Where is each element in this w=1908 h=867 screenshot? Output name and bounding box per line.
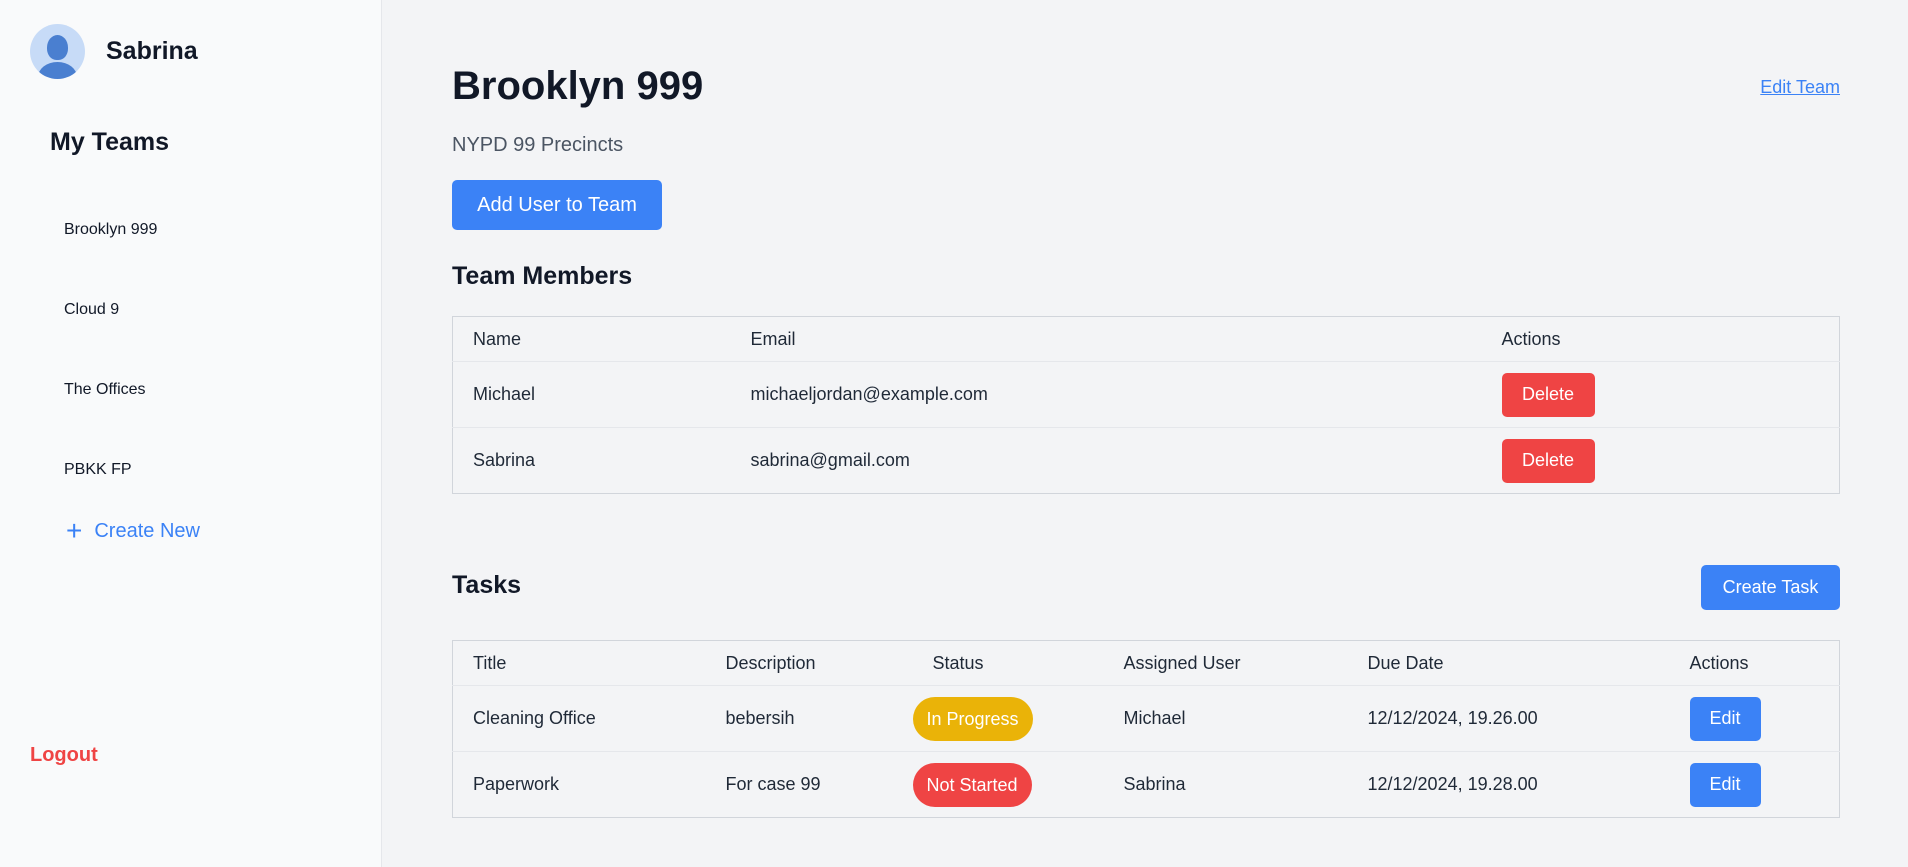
create-new-label: Create New [94, 519, 200, 542]
sidebar-item-label: Cloud 9 [64, 301, 120, 318]
sidebar: Sabrina My Teams Brooklyn 999 Cloud 9 Th… [0, 0, 382, 867]
sidebar-item-label: The Offices [64, 381, 146, 398]
tasks-table: Title Description Status Assigned User D… [452, 640, 1840, 818]
sidebar-item-brooklyn-999[interactable]: Brooklyn 999 [64, 190, 157, 270]
add-user-button[interactable]: Add User to Team [452, 180, 662, 230]
create-task-button[interactable]: Create Task [1701, 565, 1840, 610]
edit-task-button[interactable]: Edit [1689, 696, 1761, 741]
task-assigned-user: Sabrina [1123, 774, 1186, 794]
task-assigned-user: Michael [1123, 708, 1186, 728]
main-content: Brooklyn 999 Edit Team NYPD 99 Precincts… [452, 0, 1840, 867]
sidebar-item-the-offices[interactable]: The Offices [64, 350, 157, 430]
team-members-heading: Team Members [452, 262, 633, 290]
status-cell: Not Started [912, 752, 1104, 818]
task-description: bebersih [725, 708, 795, 728]
column-header-status: Status [932, 652, 984, 673]
column-header-assigned-user: Assigned User [1123, 652, 1241, 673]
actions-cell: Edit [1670, 686, 1840, 752]
create-new-team-button[interactable]: + Create New [66, 517, 200, 545]
actions-cell: Delete [1482, 362, 1840, 428]
column-header-name: Name [473, 328, 522, 349]
status-cell: In Progress [912, 686, 1104, 752]
table-row: Cleaning Office bebersih In Progress Mic… [452, 685, 1840, 752]
column-header-description: Description [725, 652, 816, 673]
member-name: Sabrina [473, 450, 536, 470]
status-badge: In Progress [912, 696, 1033, 741]
team-description: NYPD 99 Precincts [452, 134, 624, 156]
column-header-email: Email [750, 328, 796, 349]
user-name: Sabrina [106, 37, 198, 65]
sidebar-item-label: Brooklyn 999 [64, 221, 158, 238]
edit-task-button[interactable]: Edit [1689, 762, 1761, 807]
avatar [30, 24, 85, 79]
table-row: Sabrina sabrina@gmail.com Delete [452, 427, 1840, 494]
team-members-table: Name Email Actions Michael michaeljordan… [452, 316, 1840, 494]
my-teams-heading: My Teams [50, 128, 170, 156]
sidebar-item-label: PBKK FP [64, 461, 132, 478]
task-title: Paperwork [473, 774, 560, 794]
plus-icon: + [66, 515, 83, 546]
sidebar-item-pbkk-fp[interactable]: PBKK FP [64, 430, 157, 510]
column-header-actions: Actions [1501, 328, 1561, 349]
column-header-due-date: Due Date [1367, 652, 1444, 673]
member-email: sabrina@gmail.com [750, 450, 910, 470]
table-row: Paperwork For case 99 Not Started Sabrin… [452, 751, 1840, 818]
delete-member-button[interactable]: Delete [1501, 438, 1595, 483]
delete-member-button[interactable]: Delete [1501, 372, 1595, 417]
team-list: Brooklyn 999 Cloud 9 The Offices PBKK FP [64, 190, 157, 510]
table-header-row: Title Description Status Assigned User D… [453, 641, 1840, 686]
task-due-date: 12/12/2024, 19.28.00 [1367, 774, 1538, 794]
member-name: Michael [473, 384, 536, 404]
column-header-title: Title [473, 652, 507, 673]
column-header-actions: Actions [1689, 652, 1749, 673]
logout-button[interactable]: Logout [30, 744, 98, 767]
user-profile: Sabrina [30, 24, 198, 79]
task-description: For case 99 [725, 774, 821, 794]
status-badge: Not Started [912, 762, 1032, 807]
member-email: michaeljordan@example.com [750, 384, 988, 404]
tasks-heading: Tasks [452, 571, 522, 599]
sidebar-item-cloud-9[interactable]: Cloud 9 [64, 270, 157, 350]
actions-cell: Edit [1670, 752, 1840, 818]
actions-cell: Delete [1482, 428, 1840, 494]
page-title: Brooklyn 999 [452, 64, 704, 108]
table-row: Michael michaeljordan@example.com Delete [452, 361, 1840, 428]
task-due-date: 12/12/2024, 19.26.00 [1367, 708, 1538, 728]
task-title: Cleaning Office [473, 708, 596, 728]
table-header-row: Name Email Actions [453, 317, 1840, 362]
edit-team-link[interactable]: Edit Team [1760, 77, 1840, 98]
